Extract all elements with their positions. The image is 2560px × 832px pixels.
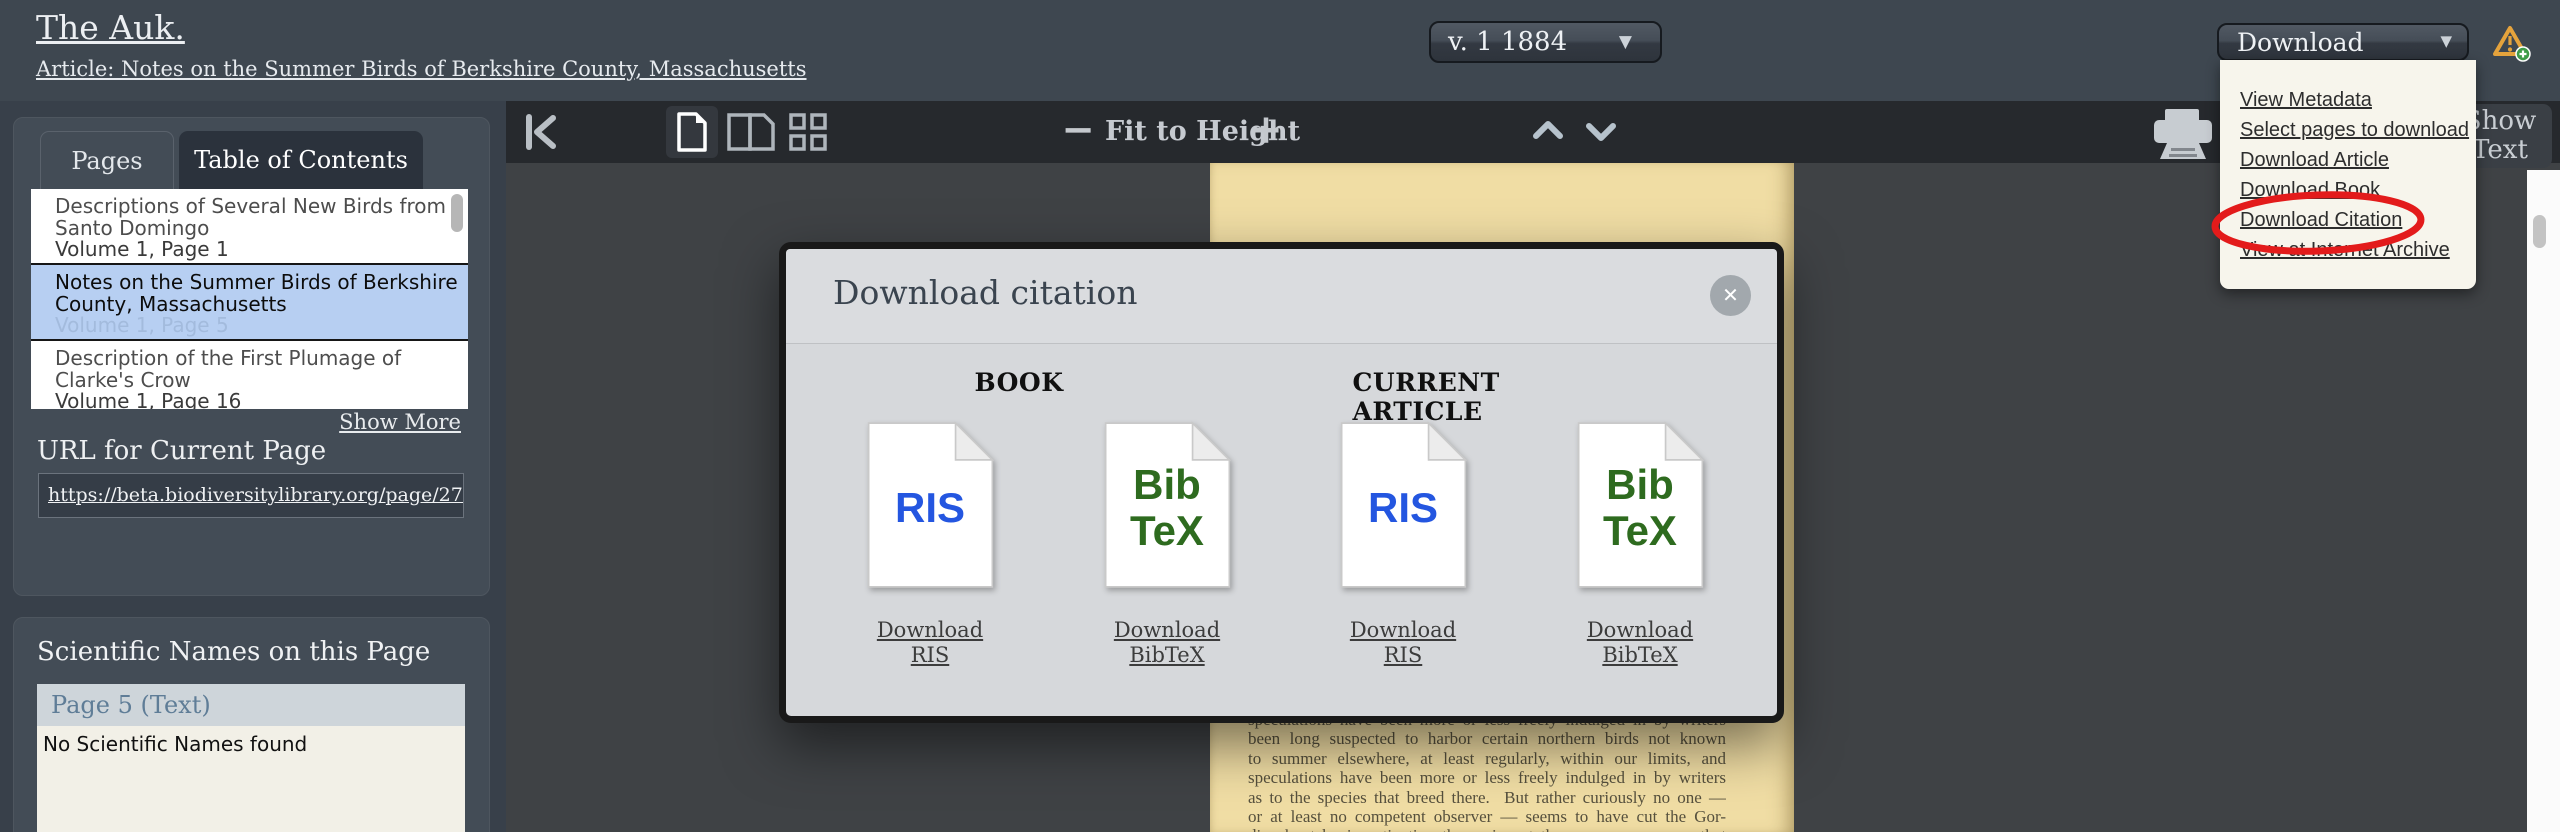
- article-link[interactable]: Article: Notes on the Summer Birds of Be…: [36, 57, 807, 81]
- two-page-view-button[interactable]: [727, 113, 775, 155]
- volume-select[interactable]: v. 1 1884 ▼: [1429, 21, 1662, 63]
- menu-item-view-at-internet-archive[interactable]: View at Internet Archive: [2240, 237, 2476, 267]
- current-page-url-link[interactable]: https://beta.biodiversitylibrary.org/pag…: [39, 474, 463, 517]
- download-bibtex-link[interactable]: Download BibTeX: [1584, 618, 1696, 668]
- download-ris-link[interactable]: Download RIS: [1328, 618, 1478, 668]
- modal-title: Download citation: [833, 273, 1138, 312]
- book-line: dian knot by investigating the region at…: [1248, 826, 1726, 832]
- toc-item-title: Notes on the Summer Birds of Berkshire C…: [55, 270, 458, 316]
- menu-item-select-pages[interactable]: Select pages to download: [2240, 117, 2476, 147]
- bibtex-file-icon[interactable]: Bib TeX: [1577, 421, 1704, 589]
- article-bibtex-column: Bib TeX Download BibTeX: [1565, 421, 1715, 668]
- file-icon-label: Bib: [1606, 461, 1674, 508]
- download-contents-button[interactable]: Download Contents ▼: [2217, 23, 2469, 86]
- file-icon-label: Bib: [1133, 461, 1201, 508]
- print-button[interactable]: [2150, 107, 2216, 165]
- toc-item-subtitle: Volume 1, Page 16: [55, 389, 242, 409]
- modal-header: Download citation ✕: [786, 249, 1777, 344]
- book-line: been long suspected to harbor certain no…: [1248, 729, 1726, 749]
- chevron-up-icon: [1533, 121, 1563, 139]
- download-contents-menu: View Metadata Select pages to download D…: [2220, 60, 2476, 289]
- url-box: https://beta.biodiversitylibrary.org/pag…: [38, 473, 464, 518]
- file-icon-label: RIS: [894, 484, 965, 531]
- article-ris-column: RIS Download RIS: [1328, 421, 1478, 668]
- thumbnail-view-icon: [789, 113, 827, 151]
- warning-icon[interactable]: [2492, 25, 2532, 67]
- chevron-down-icon: ▼: [1618, 32, 1632, 52]
- toc-item-subtitle: Volume 1, Page 5: [55, 313, 229, 337]
- close-icon[interactable]: ✕: [1710, 275, 1751, 316]
- zoom-out-button[interactable]: −: [1058, 101, 1098, 163]
- sci-page-tab[interactable]: Page 5 (Text): [37, 684, 465, 726]
- chevron-down-icon: ▼: [2440, 32, 2452, 50]
- menu-item-view-metadata[interactable]: View Metadata: [2240, 87, 2476, 117]
- tab-table-of-contents[interactable]: Table of Contents: [179, 131, 423, 189]
- viewer-scrollbar[interactable]: [2527, 170, 2560, 832]
- menu-item-download-citation[interactable]: Download Citation: [2240, 207, 2476, 237]
- tab-pages[interactable]: Pages: [40, 131, 174, 189]
- toc-item[interactable]: Descriptions of Several New Birds from S…: [31, 189, 468, 265]
- file-icon-label: TeX: [1603, 507, 1677, 554]
- one-page-view-button[interactable]: [666, 106, 718, 158]
- zoom-in-button[interactable]: +: [1246, 101, 1286, 163]
- scientific-names-panel: Scientific Names on this Page Page 5 (Te…: [13, 617, 490, 832]
- toc-item-title: Descriptions of Several New Birds from S…: [55, 194, 446, 240]
- volume-select-value: v. 1 1884: [1448, 27, 1568, 57]
- header-bar: The Auk. Article: Notes on the Summer Bi…: [0, 0, 2560, 101]
- ris-file-icon[interactable]: RIS: [1340, 421, 1467, 589]
- toc-item[interactable]: Description of the First Plumage of Clar…: [31, 341, 468, 409]
- book-line: to summer elsewhere, at least regularly,…: [1248, 748, 1726, 768]
- page-up-button[interactable]: [1532, 119, 1564, 145]
- viewer-scrollbar-thumb[interactable]: [2533, 215, 2546, 248]
- book-bibtex-column: Bib TeX Download BibTeX: [1092, 421, 1242, 668]
- toc-item-subtitle: Volume 1, Page 1: [55, 237, 229, 261]
- book-line: or at least no competent observer — seem…: [1248, 806, 1726, 826]
- download-bibtex-link[interactable]: Download BibTeX: [1111, 618, 1223, 668]
- site-title-link[interactable]: The Auk.: [36, 8, 185, 47]
- list-scrollbar-thumb[interactable]: [451, 194, 463, 232]
- toc-item-selected[interactable]: Notes on the Summer Birds of Berkshire C…: [31, 265, 468, 341]
- file-icon-label: RIS: [1367, 484, 1438, 531]
- menu-item-download-book[interactable]: Download Book: [2240, 177, 2476, 207]
- one-page-view-icon: [677, 112, 707, 152]
- menu-item-download-article[interactable]: Download Article: [2240, 147, 2476, 177]
- toc-list: Descriptions of Several New Birds from S…: [31, 189, 468, 409]
- pages-panel: Pages Table of Contents Descriptions of …: [13, 117, 490, 596]
- download-ris-link[interactable]: Download RIS: [855, 618, 1005, 668]
- sci-empty-message: No Scientific Names found: [43, 732, 308, 756]
- file-icon-label: TeX: [1130, 507, 1204, 554]
- book-line: speculations have been more or less free…: [1248, 768, 1726, 788]
- ris-file-icon[interactable]: RIS: [867, 421, 994, 589]
- toc-item-title: Description of the First Plumage of Clar…: [55, 346, 402, 392]
- scientific-names-box: Page 5 (Text) No Scientific Names found: [37, 684, 465, 832]
- book-ris-column: RIS Download RIS: [855, 421, 1005, 668]
- modal-body: BOOK CURRENT ARTICLE RIS Download RIS Bi…: [786, 344, 1777, 716]
- scientific-names-heading: Scientific Names on this Page: [37, 637, 431, 667]
- download-citation-modal: Download citation ✕ BOOK CURRENT ARTICLE…: [779, 242, 1784, 723]
- thumbnail-view-button[interactable]: [788, 112, 828, 156]
- two-page-view-icon: [727, 113, 775, 151]
- book-page-text: speculations have been more or less free…: [1248, 710, 1726, 832]
- book-line: as to the species that breed there. But …: [1248, 787, 1726, 807]
- section-heading-current-article: CURRENT ARTICLE: [1352, 368, 1500, 426]
- show-more-link[interactable]: Show More: [339, 410, 461, 434]
- first-page-button[interactable]: [524, 113, 560, 155]
- page-down-button[interactable]: [1585, 121, 1617, 147]
- first-page-icon: [526, 114, 556, 150]
- url-label: URL for Current Page: [37, 436, 327, 466]
- section-heading-book: BOOK: [974, 368, 1064, 397]
- chevron-down-icon: [1586, 123, 1616, 141]
- print-icon: [2154, 109, 2212, 159]
- bibtex-file-icon[interactable]: Bib TeX: [1104, 421, 1231, 589]
- bhl-book-viewer: The Auk. Article: Notes on the Summer Bi…: [0, 0, 2560, 832]
